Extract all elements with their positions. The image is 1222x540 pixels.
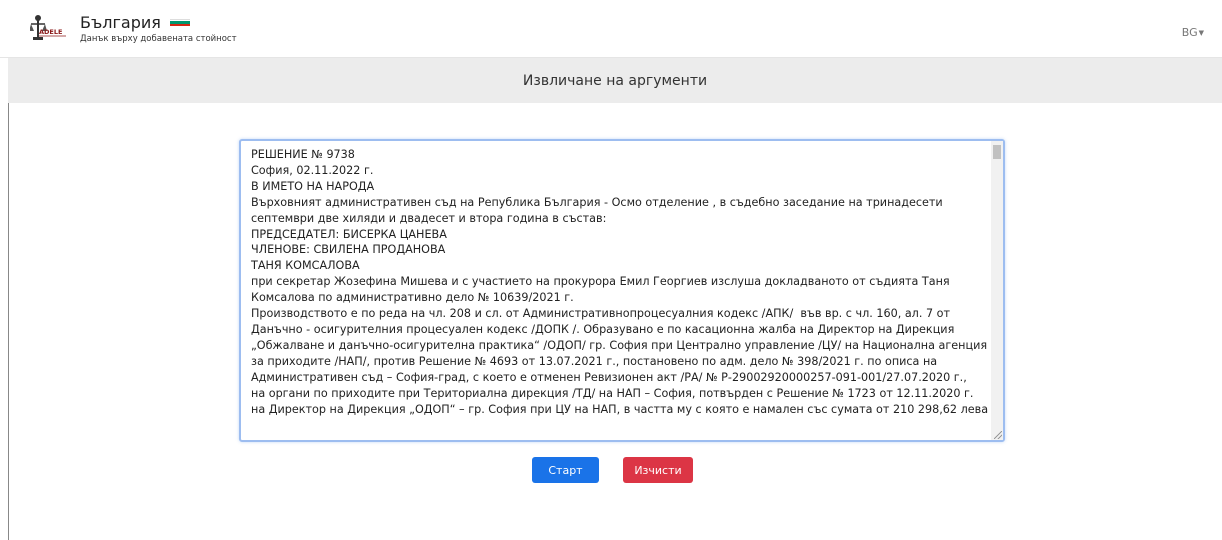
page-header: Извличане на аргументи (8, 58, 1222, 103)
brand-subtitle: Данък върху добавената стойност (80, 34, 237, 44)
textarea-scrollbar[interactable] (991, 141, 1003, 440)
left-border (8, 58, 9, 540)
start-button[interactable]: Старт (532, 457, 599, 483)
svg-text:ADELE: ADELE (39, 28, 62, 36)
caret-down-icon: ▼ (1198, 29, 1204, 37)
document-textarea[interactable]: РЕШЕНИЕ № 9738 София, 02.11.2022 г. В ИМ… (239, 139, 1005, 442)
language-label: BG (1181, 26, 1198, 39)
scrollbar-thumb[interactable] (993, 145, 1001, 159)
adele-logo[interactable]: ADELE (29, 14, 68, 44)
clear-button[interactable]: Изчисти (623, 457, 693, 483)
resize-grip-icon[interactable] (994, 431, 1002, 439)
brand-title-text: България (80, 13, 161, 32)
document-text[interactable]: РЕШЕНИЕ № 9738 София, 02.11.2022 г. В ИМ… (241, 141, 989, 440)
brand-title: България (80, 14, 190, 32)
bulgarian-flag-icon (170, 19, 190, 26)
navbar: ADELE България Данък върху добавената ст… (0, 0, 1222, 58)
page-title: Извличане на аргументи (522, 73, 708, 89)
language-dropdown[interactable]: BG▼ (1182, 26, 1204, 39)
